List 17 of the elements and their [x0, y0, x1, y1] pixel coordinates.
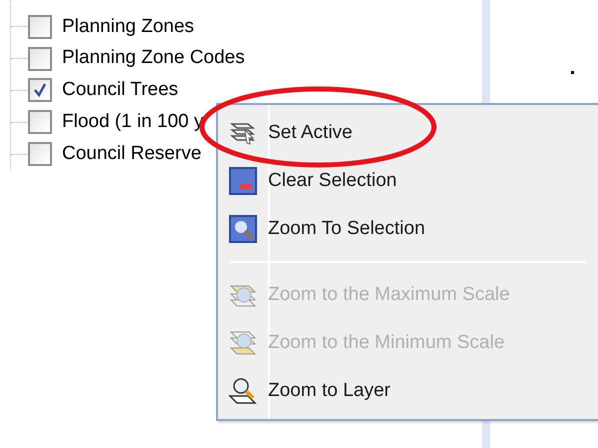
menu-item[interactable]: Set Active [268, 118, 352, 148]
layer-label[interactable]: Planning Zones [62, 12, 194, 42]
menu-item[interactable]: Zoom To Selection [268, 214, 426, 244]
menu-item[interactable]: Zoom to Layer [268, 376, 390, 406]
checkbox[interactable] [28, 78, 52, 102]
layer-label[interactable]: Council Reserve [62, 140, 202, 168]
zoom-layer-icon [228, 376, 258, 406]
layer-label[interactable]: Planning Zone Codes [62, 44, 245, 73]
zoom-selection-icon [228, 214, 258, 244]
layer-label[interactable]: Council Trees [62, 76, 178, 105]
checkbox[interactable] [28, 14, 52, 39]
menu-item[interactable]: Clear Selection [268, 166, 397, 196]
checkbox[interactable] [28, 110, 52, 134]
clear-selection-icon [228, 166, 258, 196]
checkbox[interactable] [28, 46, 52, 71]
check-icon [32, 82, 48, 98]
checkbox[interactable] [28, 142, 52, 166]
